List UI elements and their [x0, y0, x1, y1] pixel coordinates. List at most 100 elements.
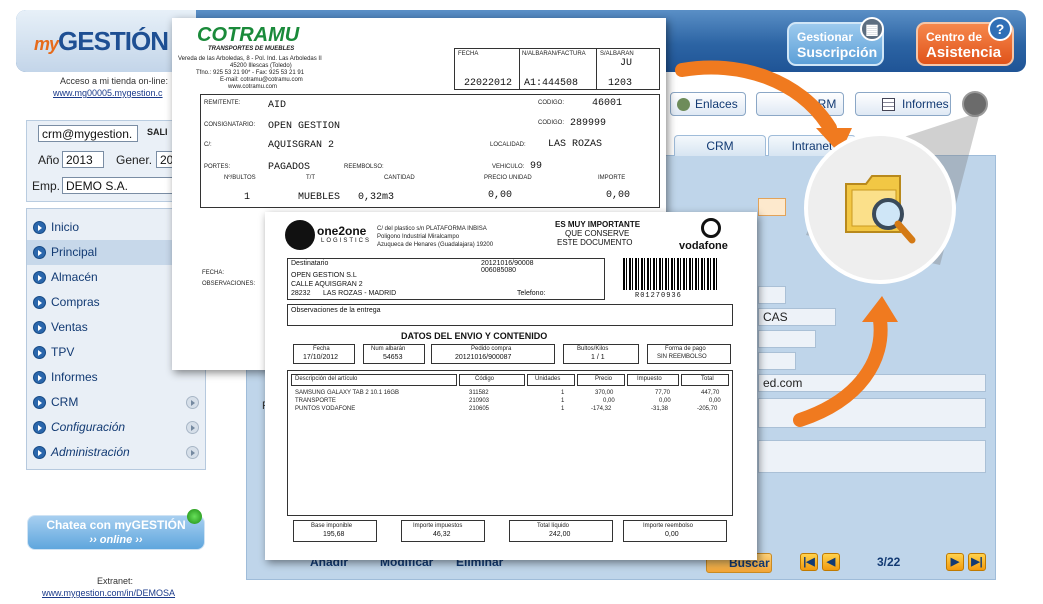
row-impuesto: 0,00 — [659, 398, 671, 404]
logistics-line1: one2one — [317, 224, 367, 238]
cotramu-col-importe: IMPORTE — [598, 175, 626, 181]
total-label: Total líquido — [537, 523, 570, 529]
num-label: Num albarán — [371, 346, 406, 352]
notice-line1: ES MUY IMPORTANTE — [555, 220, 641, 229]
cotramu-row-bultos: 1 — [244, 192, 251, 203]
pedido-label: Pedido compra — [471, 346, 512, 352]
logistics-line2: LOGISTICS — [321, 238, 372, 244]
dest-ref2: 006085080 — [481, 267, 517, 274]
cotramu-addr5: www.cotramu.com — [228, 84, 278, 90]
col-desc: Descripción del artículo — [295, 376, 358, 382]
total-value: 242,00 — [549, 531, 571, 538]
telefono-label: Telefono: — [517, 290, 546, 297]
cotramu-c-value: AQUISGRAN 2 — [268, 140, 335, 151]
reembolso-value: 0,00 — [665, 531, 679, 538]
dest-zip: 28232 — [291, 290, 311, 297]
col-codigo: Código — [475, 376, 495, 382]
cotramu-reembolso-label: REEMBOLSO: — [344, 164, 384, 170]
cotramu-codigo2-label: CODIGO: — [538, 120, 565, 126]
bultos-value: 1 / 1 — [591, 354, 605, 361]
cotramu-fecha2-label: FECHA: — [202, 270, 225, 276]
cotramu-localidad-value: LAS ROZAS — [548, 139, 603, 150]
row-desc: SAMSUNG GALAXY TAB 2 10.1 16GB — [295, 390, 400, 396]
vodafone-brand: vodafone — [679, 240, 728, 252]
one2one-logo-icon — [285, 220, 315, 250]
pago-label: Forma de pago — [665, 346, 706, 352]
fecha-label: Fecha — [313, 346, 330, 352]
cotramu-vehiculo-label: VEHICULO: — [492, 164, 525, 170]
row-desc: TRANSPORTE — [295, 398, 336, 404]
dest-name: OPEN GESTION S.L — [291, 272, 357, 279]
vodafone-addr1: C/ del plastico s/n PLATAFORMA INBISA — [377, 226, 487, 232]
cotramu-col-cantidad: CANTIDAD — [384, 175, 415, 181]
arrow-bottom-icon — [793, 313, 888, 427]
cotramu-salbaran-top: JU — [620, 58, 633, 69]
base-value: 195,68 — [323, 531, 345, 538]
section-title: DATOS DEL ENVIO Y CONTENIDO — [401, 331, 548, 341]
cotramu-fecha-label: FECHA — [458, 51, 479, 57]
cotramu-col-bultos: Nº/BULTOS — [224, 175, 256, 181]
cotramu-col-precio: PRECIO UNIDAD — [484, 175, 532, 181]
cotramu-brand: COTRAMU — [197, 24, 300, 46]
row-total: 0,00 — [709, 398, 721, 404]
vodafone-addr3: Azuqueca de Henares (Guadalajara) 19200 — [377, 242, 494, 248]
dest-ref1: 20121016/90008 — [481, 260, 534, 267]
cotramu-remitente-value: AID — [268, 100, 287, 111]
cotramu-consignatario-value: OPEN GESTION — [268, 121, 341, 132]
dest-city: LAS ROZAS - MADRID — [323, 290, 397, 297]
cotramu-observaciones-label: OBSERVACIONES: — [202, 281, 256, 287]
arrow-bottom-head — [862, 296, 898, 322]
cotramu-remitente-label: REMITENTE: — [204, 100, 241, 106]
impuestos-label: Importe impuestos — [413, 523, 463, 529]
cotramu-salbaran-label: S/ALBARAN — [600, 51, 634, 57]
cotramu-addr2: 45200 Illescas (Toledo) — [230, 63, 292, 69]
cotramu-consignatario-label: CONSIGNATARIO: — [204, 122, 256, 128]
cotramu-fecha-value: 22022012 — [464, 78, 513, 89]
dest-label: Destinatario — [291, 260, 329, 267]
barcode-icon — [623, 258, 719, 290]
col-total: Total — [701, 376, 714, 382]
row-codigo: 311582 — [469, 390, 489, 396]
cotramu-row-precio: 0,00 — [488, 190, 513, 201]
cotramu-vehiculo-value: 99 — [530, 161, 543, 172]
vodafone-logo-icon — [701, 218, 721, 238]
cotramu-row-cantidad: 0,32m3 — [358, 192, 395, 203]
row-total: 447,70 — [701, 390, 720, 396]
cotramu-addr4: E-mail: cotramu@cotramu.com — [220, 77, 303, 83]
row-total: -205,70 — [697, 406, 718, 412]
row-unidades: 1 — [561, 406, 565, 412]
row-impuesto: -31,38 — [651, 406, 669, 412]
row-precio: 370,00 — [595, 390, 614, 396]
row-unidades: 1 — [561, 390, 565, 396]
cotramu-addr3: Tfno.: 925 53 21 90* - Fax: 925 53 21 91 — [196, 70, 305, 76]
cotramu-codigo2-value: 289999 — [570, 118, 607, 129]
row-unidades: 1 — [561, 398, 565, 404]
cotramu-subtitle: TRANSPORTES DE MUEBLES — [208, 46, 295, 52]
cotramu-portes-label: PORTES: — [204, 164, 231, 170]
cotramu-albaran-label: N/ALBARAN/FACTURA — [522, 51, 586, 57]
cotramu-codigo1-value: 46001 — [592, 98, 623, 109]
impuestos-value: 46,32 — [433, 531, 451, 538]
cotramu-row-tt: MUEBLES — [298, 192, 341, 203]
cotramu-albaran-value: A1:444508 — [524, 78, 579, 89]
cotramu-portes-value: PAGADOS — [268, 162, 311, 173]
vodafone-addr2: Poligono Industrial Miralcampo — [377, 234, 460, 240]
notice-line3: ESTE DOCUMENTO — [557, 238, 633, 247]
row-impuesto: 77,70 — [655, 390, 671, 396]
cotramu-row-importe: 0,00 — [606, 190, 631, 201]
cotramu-col-tt: T/T — [306, 175, 315, 181]
cotramu-salbaran-value: 1203 — [608, 78, 633, 89]
col-unidades: Unidades — [535, 376, 561, 382]
cotramu-localidad-label: LOCALIDAD: — [490, 142, 526, 148]
bultos-label: Bultos/Kilos — [577, 346, 609, 352]
notice-line2: QUE CONSERVE — [565, 229, 630, 238]
vodafone-delivery-note: one2one LOGISTICS C/ del plastico s/n PL… — [265, 212, 757, 560]
fecha-value: 17/10/2012 — [303, 354, 339, 361]
pago-value: SIN REEMBOLSO — [657, 354, 707, 360]
row-desc: PUNTOS VODAFONE — [295, 406, 356, 412]
reembolso-label: Importe reembolso — [643, 523, 694, 529]
pedido-value: 20121016/900087 — [455, 354, 512, 361]
row-codigo: 210605 — [469, 406, 490, 412]
dest-street: CALLE AQUISGRAN 2 — [291, 281, 363, 288]
row-precio: 0,00 — [603, 398, 615, 404]
